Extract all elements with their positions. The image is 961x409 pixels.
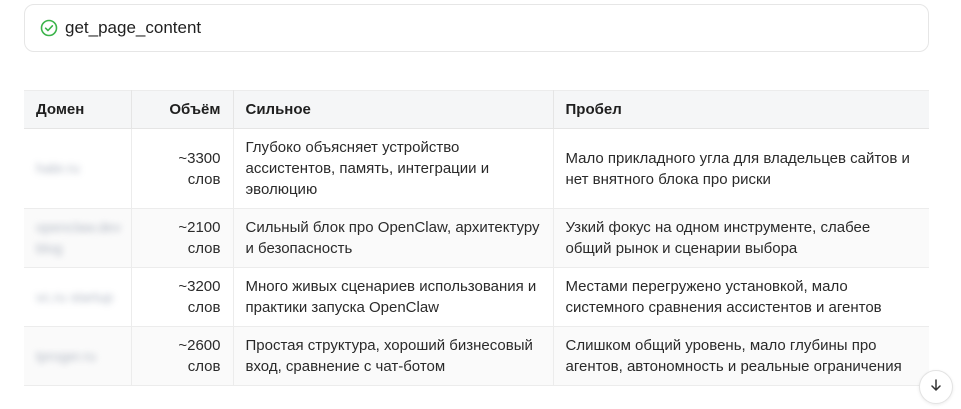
- table-row: habr.ru ~3300 слов Глубоко объясняет уст…: [24, 128, 929, 209]
- arrow-down-icon: [929, 378, 943, 397]
- cell-domain: tproger.ru: [24, 326, 132, 386]
- cell-volume: ~2100 слов: [131, 208, 234, 268]
- comparison-table: Домен Объём Сильное Пробел habr.ru ~3300…: [24, 90, 929, 386]
- cell-volume: ~3300 слов: [131, 128, 234, 209]
- cell-gap: Местами перегружено установкой, мало сис…: [553, 267, 929, 327]
- check-circle-icon: [39, 18, 59, 38]
- cell-domain: vc.ru startup: [24, 267, 132, 327]
- cell-strong: Простая структура, хороший бизнесовый вх…: [233, 326, 554, 386]
- header-gap: Пробел: [553, 90, 929, 129]
- header-strong: Сильное: [233, 90, 554, 129]
- cell-volume: ~2600 слов: [131, 326, 234, 386]
- cell-domain: openclaw.dev blog: [24, 208, 132, 268]
- cell-gap: Узкий фокус на одном инструменте, слабее…: [553, 208, 929, 268]
- tool-name: get_page_content: [65, 18, 202, 37]
- tool-call-card[interactable]: get_page_content: [24, 4, 929, 52]
- scroll-down-button[interactable]: [919, 370, 953, 404]
- header-domain: Домен: [24, 90, 132, 129]
- cell-domain: habr.ru: [24, 128, 132, 209]
- table-row: vc.ru startup ~3200 слов Много живых сце…: [24, 267, 929, 327]
- cell-strong: Глубоко объясняет устройство ассистентов…: [233, 128, 554, 209]
- header-volume: Объём: [131, 90, 234, 129]
- cell-volume: ~3200 слов: [131, 267, 234, 327]
- table-header-row: Домен Объём Сильное Пробел: [24, 90, 929, 129]
- table-row: openclaw.dev blog ~2100 слов Сильный бло…: [24, 208, 929, 268]
- cell-gap: Слишком общий уровень, мало глубины про …: [553, 326, 929, 386]
- cell-strong: Много живых сценариев использования и пр…: [233, 267, 554, 327]
- cell-strong: Сильный блок про OpenClaw, архитектуру и…: [233, 208, 554, 268]
- cell-gap: Мало прикладного угла для владельцев сай…: [553, 128, 929, 209]
- table-row: tproger.ru ~2600 слов Простая структура,…: [24, 326, 929, 386]
- domain-redacted: habr.ru: [36, 160, 80, 176]
- domain-redacted: openclaw.dev blog: [36, 219, 121, 256]
- domain-redacted: vc.ru startup: [36, 288, 114, 305]
- domain-redacted: tproger.ru: [36, 347, 96, 364]
